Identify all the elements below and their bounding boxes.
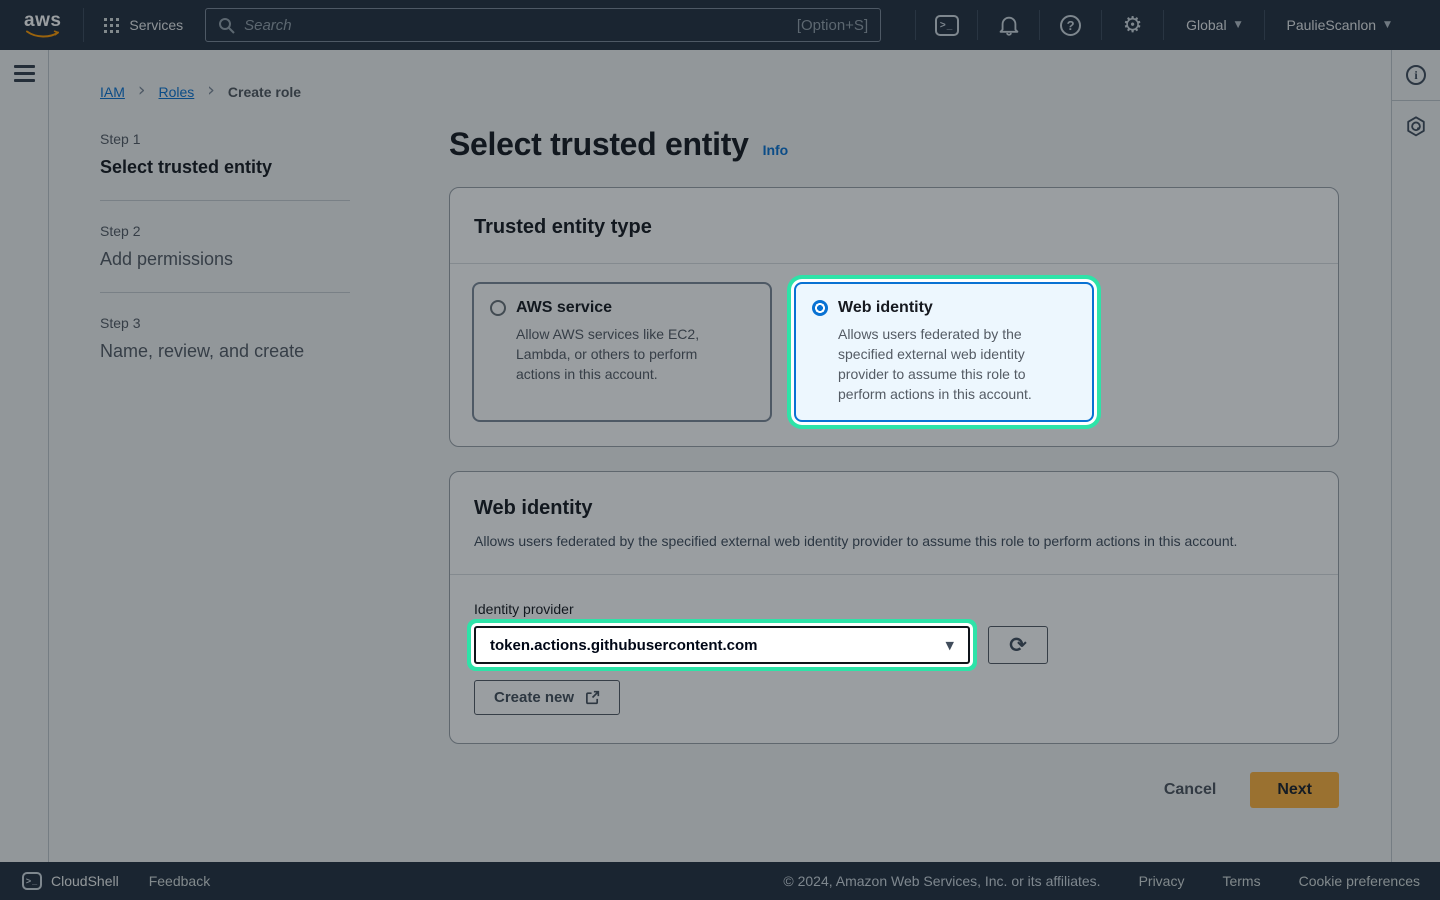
resources-panel-button[interactable] [1392,101,1440,152]
chevron-down-icon: ▼ [1384,20,1391,30]
divider [100,200,350,201]
identity-provider-value: token.actions.githubusercontent.com [490,637,758,654]
step-label: Step 1 [100,131,350,147]
hexagon-icon [1405,115,1427,138]
radio-selected[interactable] [812,300,828,316]
divider [100,292,350,293]
web-identity-card: Web identity Allows users federated by t… [449,471,1339,744]
wizard-content: Select trusted entity Info Trusted entit… [449,120,1339,808]
right-rail: i [1391,50,1440,862]
create-new-label: Create new [494,689,574,706]
search-input[interactable] [244,17,788,34]
breadcrumb-iam-link[interactable]: IAM [100,84,125,100]
trusted-entity-type-card: Trusted entity type AWS service Allow AW… [449,187,1339,447]
settings-button[interactable]: ⚙ [1102,0,1163,50]
account-menu[interactable]: PaulieScanlon ▼ [1265,0,1413,50]
gear-icon: ⚙ [1123,13,1143,38]
wizard-step-1: Step 1 Select trusted entity [100,131,350,178]
entity-option-label: Web identity [838,299,933,317]
search-icon [218,17,235,34]
account-label: PaulieScanlon [1287,17,1377,33]
step-label: Step 3 [100,315,350,331]
refresh-icon: ⟳ [1009,633,1027,657]
services-menu-button[interactable]: Services [104,17,183,33]
entity-option-description: Allows users federated by the specified … [838,324,1062,404]
card-title: Web identity [474,497,1314,520]
services-label: Services [129,17,183,33]
entity-option-aws-service[interactable]: AWS service Allow AWS services like EC2,… [472,282,772,422]
privacy-link[interactable]: Privacy [1139,873,1185,889]
chevron-down-icon: ▼ [946,639,954,652]
step-title: Select trusted entity [100,157,350,178]
info-panel-button[interactable]: i [1392,50,1440,101]
left-rail [0,50,49,862]
card-description: Allows users federated by the specified … [474,531,1274,552]
grid-icon [104,18,119,33]
cancel-button[interactable]: Cancel [1164,781,1216,799]
top-navigation-bar: aws Services [Option+S] >_ [0,0,1440,50]
footer-bar: >_ CloudShell Feedback © 2024, Amazon We… [0,862,1440,900]
divider [83,8,84,42]
page-title: Select trusted entity [449,126,749,163]
external-link-icon [585,690,600,705]
entity-option-description: Allow AWS services like EC2, Lambda, or … [516,324,740,384]
region-selector[interactable]: Global ▼ [1164,0,1263,50]
identity-provider-select[interactable]: token.actions.githubusercontent.com ▼ [474,626,970,664]
aws-logo[interactable]: aws [24,11,61,39]
step-title: Name, review, and create [100,341,350,362]
breadcrumb: IAM › Roles › Create role [100,81,301,102]
next-button[interactable]: Next [1250,772,1339,808]
identity-provider-label: Identity provider [474,601,1314,617]
chevron-down-icon: ▼ [1235,20,1242,30]
main-content: IAM › Roles › Create role Step 1 Select … [49,50,1391,862]
step-label: Step 2 [100,223,350,239]
region-label: Global [1186,17,1226,33]
step-title: Add permissions [100,249,350,270]
info-icon: i [1406,65,1426,85]
help-icon: ? [1060,15,1081,36]
breadcrumb-roles-link[interactable]: Roles [159,84,195,100]
refresh-button[interactable]: ⟳ [988,626,1048,664]
aws-logo-text: aws [24,11,61,30]
radio-unselected[interactable] [490,300,506,316]
feedback-link[interactable]: Feedback [149,873,210,889]
terminal-icon: >_ [935,15,959,36]
terms-link[interactable]: Terms [1222,873,1260,889]
copyright-text: © 2024, Amazon Web Services, Inc. or its… [783,873,1100,889]
hamburger-menu-icon[interactable] [14,65,48,82]
entity-option-label: AWS service [516,299,612,317]
terminal-icon: >_ [22,872,42,890]
notifications-button[interactable] [978,0,1039,50]
cloudshell-button[interactable]: >_ [916,0,977,50]
create-new-provider-button[interactable]: Create new [474,680,620,715]
card-header: Web identity Allows users federated by t… [450,472,1338,575]
breadcrumb-separator-icon: › [138,81,146,102]
search-shortcut-hint: [Option+S] [797,17,868,34]
info-link[interactable]: Info [763,142,789,158]
card-title: Trusted entity type [474,216,1314,239]
entity-option-web-identity[interactable]: Web identity Allows users federated by t… [794,282,1094,422]
breadcrumb-separator-icon: › [207,81,215,102]
bell-icon [998,14,1020,36]
topbar-actions: >_ ? ⚙ Global ▼ PaulieScanlon ▼ [915,0,1413,50]
footer-cloudshell-button[interactable]: >_ CloudShell [22,872,119,890]
help-button[interactable]: ? [1040,0,1101,50]
aws-smile-icon [25,30,61,39]
cookie-preferences-link[interactable]: Cookie preferences [1299,873,1420,889]
cloudshell-label: CloudShell [51,873,119,889]
card-header: Trusted entity type [450,188,1338,264]
wizard-step-2: Step 2 Add permissions [100,223,350,270]
search-box[interactable]: [Option+S] [205,8,881,42]
breadcrumb-current: Create role [228,84,301,100]
wizard-step-3: Step 3 Name, review, and create [100,315,350,362]
wizard-steps: Step 1 Select trusted entity Step 2 Add … [100,131,350,362]
